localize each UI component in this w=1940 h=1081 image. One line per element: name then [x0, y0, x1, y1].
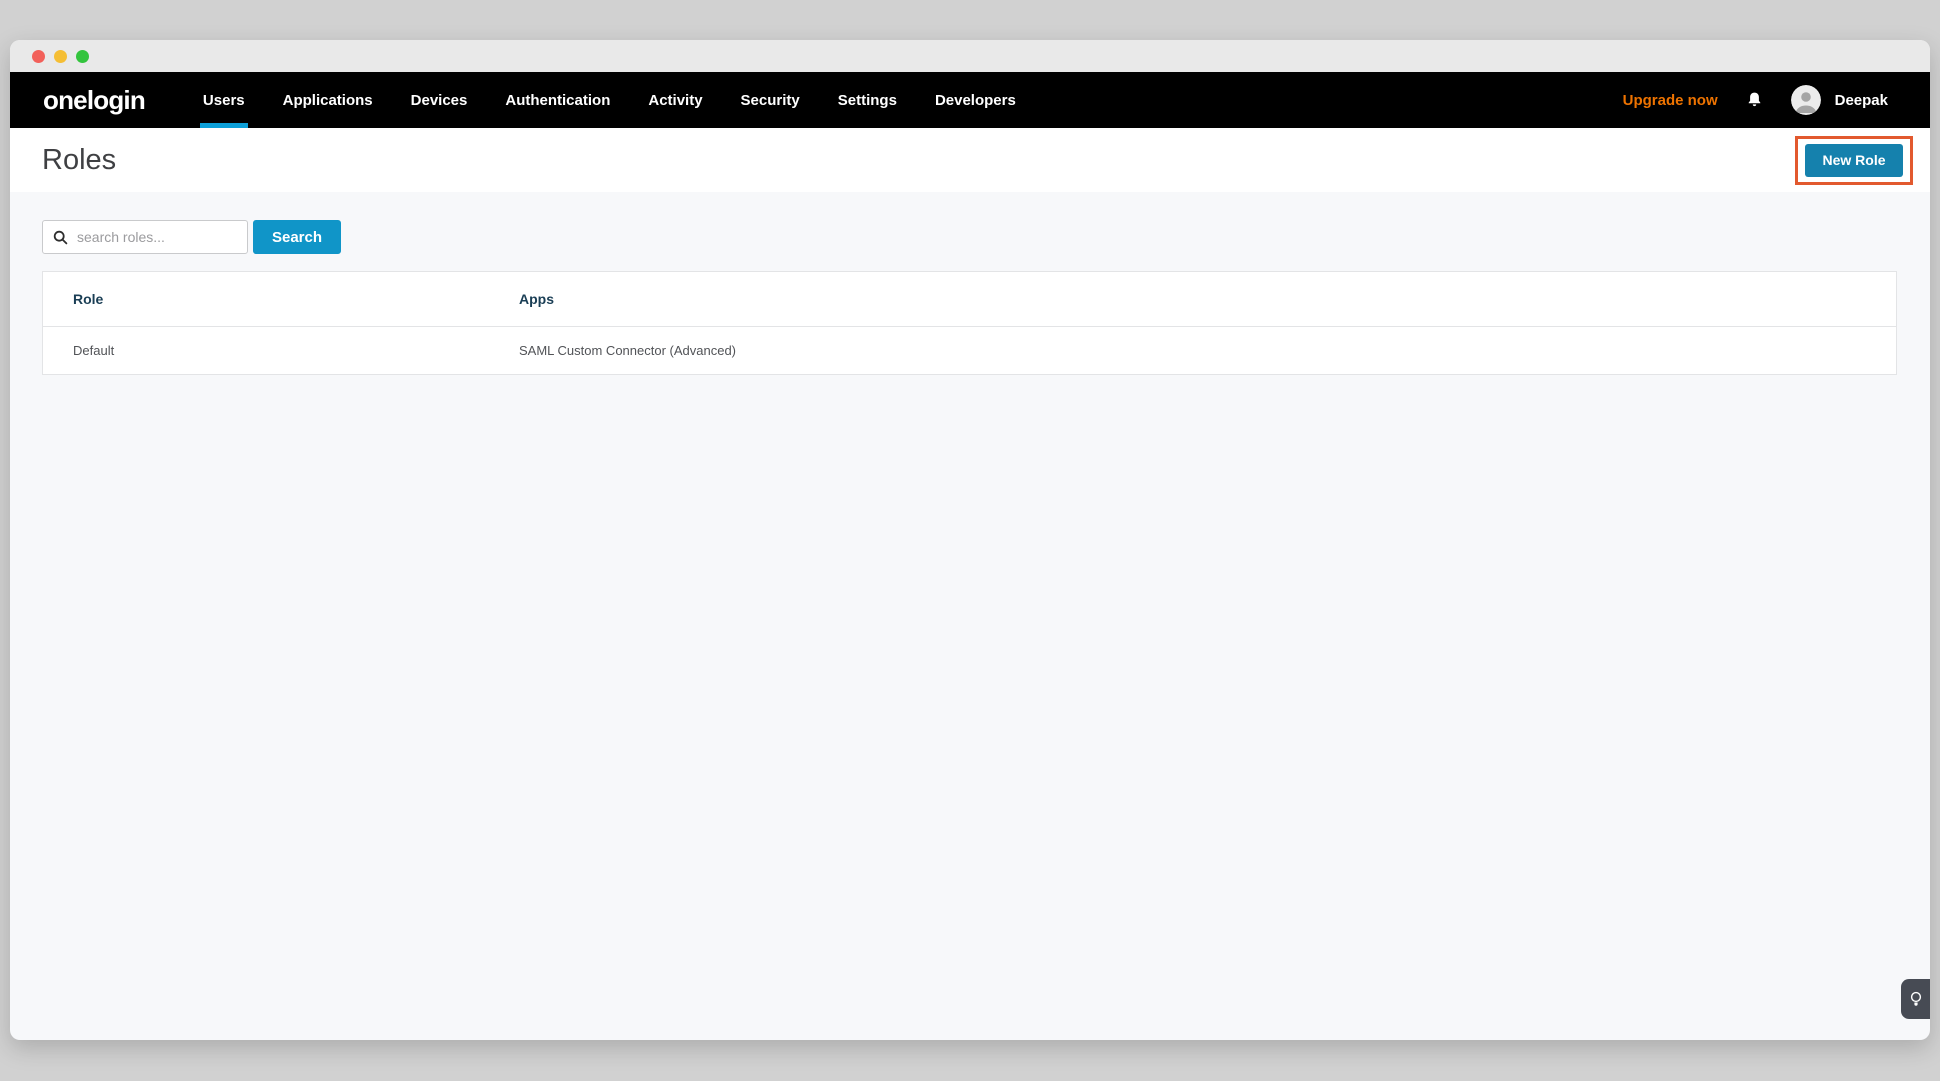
annotation-highlight-box: New Role: [1795, 136, 1913, 185]
upgrade-now-link[interactable]: Upgrade now: [1623, 92, 1718, 109]
search-input[interactable]: [77, 229, 237, 245]
navbar-right-section: Upgrade now Deepak: [1623, 72, 1888, 128]
desktop-background: onelogin Users Applications Devices Auth…: [0, 0, 1940, 1081]
page-title: Roles: [42, 144, 116, 177]
table-header-row: Role Apps: [43, 272, 1896, 326]
top-navbar: onelogin Users Applications Devices Auth…: [10, 72, 1930, 128]
role-apps-cell: SAML Custom Connector (Advanced): [489, 343, 1896, 358]
user-avatar: [1791, 85, 1821, 115]
page-header: Roles New Role: [10, 128, 1930, 192]
search-row: Search: [42, 220, 1897, 254]
new-role-button[interactable]: New Role: [1805, 144, 1903, 177]
nav-item-devices[interactable]: Devices: [409, 72, 470, 128]
roles-table: Role Apps Default SAML Custom Connector …: [42, 271, 1897, 375]
nav-item-security[interactable]: Security: [739, 72, 802, 128]
window-close-button[interactable]: [32, 50, 45, 63]
primary-nav: Users Applications Devices Authenticatio…: [201, 72, 1018, 128]
onelogin-logo[interactable]: onelogin: [43, 85, 145, 116]
nav-item-settings[interactable]: Settings: [836, 72, 899, 128]
table-row[interactable]: Default SAML Custom Connector (Advanced): [43, 326, 1896, 374]
search-icon: [53, 230, 68, 245]
nav-item-users[interactable]: Users: [201, 72, 247, 128]
nav-item-developers[interactable]: Developers: [933, 72, 1018, 128]
search-box: [42, 220, 248, 254]
column-header-apps: Apps: [489, 291, 1896, 307]
role-name-cell[interactable]: Default: [43, 343, 489, 358]
user-name: Deepak: [1835, 92, 1888, 109]
help-tip-tab[interactable]: [1901, 979, 1930, 1019]
window-zoom-button[interactable]: [76, 50, 89, 63]
window-minimize-button[interactable]: [54, 50, 67, 63]
column-header-role: Role: [43, 291, 489, 307]
nav-item-authentication[interactable]: Authentication: [503, 72, 612, 128]
search-button[interactable]: Search: [253, 220, 341, 254]
user-menu[interactable]: Deepak: [1791, 85, 1888, 115]
notifications-bell-icon[interactable]: [1746, 91, 1763, 109]
browser-window: onelogin Users Applications Devices Auth…: [10, 40, 1930, 1040]
nav-item-activity[interactable]: Activity: [646, 72, 704, 128]
content-area: Search Role Apps Default SAML Custom Con…: [10, 192, 1930, 1040]
lightbulb-icon: [1910, 991, 1922, 1008]
window-titlebar: [10, 40, 1930, 72]
nav-item-applications[interactable]: Applications: [281, 72, 375, 128]
